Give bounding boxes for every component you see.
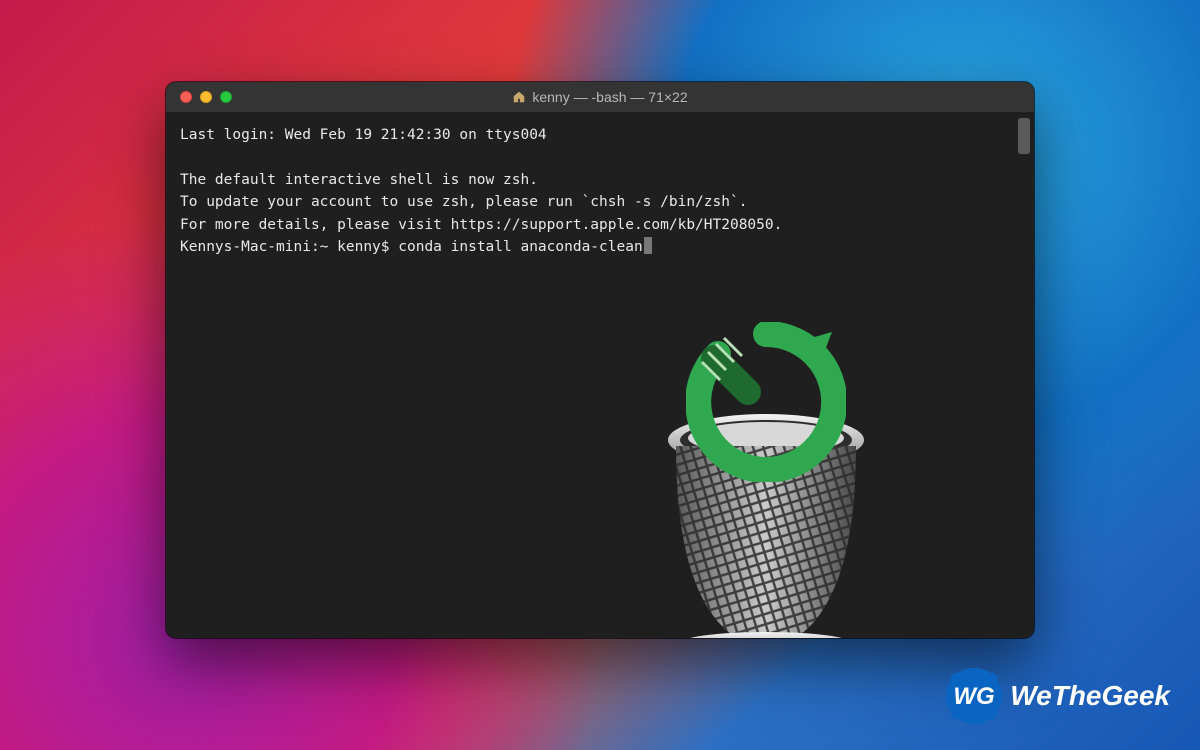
terminal-line: For more details, please visit https://s… <box>180 217 782 233</box>
anaconda-logo-icon <box>686 322 846 482</box>
watermark: WG WeTheGeek <box>946 668 1170 724</box>
window-title-text: kenny — -bash — 71×22 <box>532 89 687 105</box>
terminal-line: Last login: Wed Feb 19 21:42:30 on ttys0… <box>180 127 547 143</box>
terminal-window[interactable]: kenny — -bash — 71×22 Last login: Wed Fe… <box>166 82 1034 638</box>
close-icon[interactable] <box>180 91 192 103</box>
home-folder-icon <box>512 90 526 104</box>
overlay-graphic <box>646 342 886 638</box>
window-titlebar[interactable]: kenny — -bash — 71×22 <box>166 82 1034 112</box>
text-cursor-icon <box>644 237 652 254</box>
minimize-icon[interactable] <box>200 91 212 103</box>
wethegeek-badge-icon: WG <box>946 668 1002 724</box>
badge-letters: WG <box>954 683 995 710</box>
watermark-text: WeTheGeek <box>1010 680 1170 712</box>
window-title: kenny — -bash — 71×22 <box>166 89 1034 105</box>
zoom-icon[interactable] <box>220 91 232 103</box>
terminal-line: To update your account to use zsh, pleas… <box>180 194 747 210</box>
terminal-prompt: Kennys-Mac-mini:~ kenny$ <box>180 239 398 255</box>
scrollbar-thumb[interactable] <box>1018 118 1030 154</box>
terminal-content[interactable]: Last login: Wed Feb 19 21:42:30 on ttys0… <box>166 112 1034 271</box>
terminal-line: The default interactive shell is now zsh… <box>180 172 538 188</box>
terminal-command: conda install anaconda-clean <box>398 239 642 255</box>
traffic-lights <box>180 91 232 103</box>
